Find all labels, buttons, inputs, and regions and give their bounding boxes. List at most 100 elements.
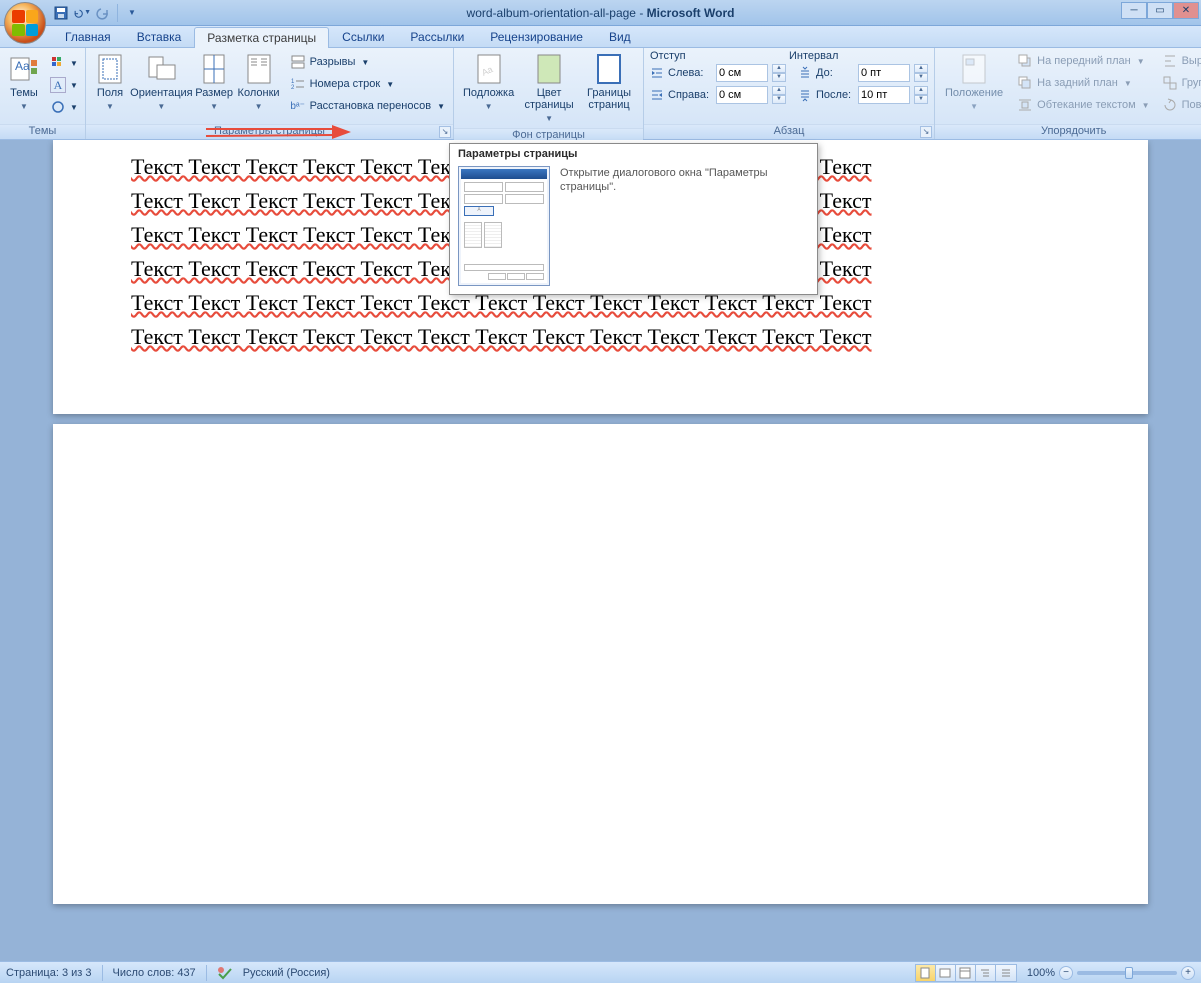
send-back-button[interactable]: На задний план▼ [1013,72,1153,94]
spacing-after-spinner[interactable]: После: ▲▼ [796,84,930,106]
view-draft[interactable] [996,965,1016,981]
status-bar: Страница: 3 из 3 Число слов: 437 Русский… [0,961,1201,983]
document-name: word-album-orientation-all-page [467,6,636,20]
dropdown-arrow-icon: ▼ [437,102,445,111]
tab-review[interactable]: Рецензирование [477,26,596,47]
size-button[interactable]: Размер▼ [193,50,236,116]
theme-colors-button[interactable]: ▼ [46,52,82,74]
text-wrap-icon [1017,97,1033,113]
dropdown-arrow-icon: ▼ [70,81,78,90]
window-controls: ─ ▭ ✕ [1121,2,1199,19]
svg-text:Aa: Aa [15,59,30,73]
indent-right-spinner[interactable]: Справа: ▲▼ [648,84,788,106]
indent-right-icon [650,88,664,102]
view-full-screen[interactable] [936,965,956,981]
ribbon: Aa Темы▼ ▼ A▼ ▼ Темы Поля▼ Ориентация▼ Р… [0,48,1201,140]
zoom-out-button[interactable]: − [1059,966,1073,980]
dropdown-arrow-icon: ▼ [210,101,218,113]
spacing-before-spinner[interactable]: До: ▲▼ [796,62,930,84]
indent-heading: Отступ [650,50,789,62]
zoom-in-button[interactable]: + [1181,966,1195,980]
page-borders-icon [593,53,625,85]
hyphenation-icon: bᵃ⁻ [290,98,306,114]
group-button[interactable]: Груп [1158,72,1201,94]
dropdown-arrow-icon: ▼ [106,101,114,113]
position-button[interactable]: Положение▼ [939,50,1009,116]
qat-save-button[interactable] [52,4,70,22]
dropdown-arrow-icon: ▼ [157,101,165,113]
status-word-count[interactable]: Число слов: 437 [113,967,196,979]
tab-insert[interactable]: Вставка [124,26,195,47]
maximize-button[interactable]: ▭ [1147,2,1173,19]
group-page-background: AaПодложка▼ Цвет страницы▼ Границы стран… [454,48,644,139]
watermark-icon: Aa [473,53,505,85]
tab-mailings[interactable]: Рассылки [397,26,477,47]
dropdown-arrow-icon: ▼ [970,101,978,113]
hyphenation-button[interactable]: bᵃ⁻Расстановка переносов▼ [286,95,449,117]
view-web-layout[interactable] [956,965,976,981]
margins-button[interactable]: Поля▼ [90,50,130,116]
spacing-before-icon [798,66,812,80]
app-name: Microsoft Word [647,6,735,20]
themes-button[interactable]: Aa Темы▼ [4,50,44,116]
page-color-button[interactable]: Цвет страницы▼ [519,50,579,128]
zoom-thumb[interactable] [1125,967,1133,979]
tab-home[interactable]: Главная [52,26,124,47]
rotate-button[interactable]: Пов [1158,94,1201,116]
view-outline[interactable] [976,965,996,981]
status-language[interactable]: Русский (Россия) [243,967,330,979]
status-page[interactable]: Страница: 3 из 3 [6,967,92,979]
orientation-button[interactable]: Ориентация▼ [130,50,193,116]
dropdown-arrow-icon: ▼ [1142,101,1150,110]
page-setup-tooltip: Параметры страницы A Открытие диалоговог… [449,143,818,295]
dropdown-arrow-icon: ▼ [545,113,553,125]
minimize-button[interactable]: ─ [1121,2,1147,19]
theme-effects-button[interactable]: ▼ [46,96,82,118]
columns-button[interactable]: Колонки▼ [235,50,281,116]
dropdown-arrow-icon: ▼ [84,9,91,16]
view-print-layout[interactable] [916,965,936,981]
group-label-page-setup: Параметры страницы↘ [86,124,453,139]
qat-redo-button[interactable] [94,4,112,22]
quick-access-toolbar: ▼ ▼ [52,0,141,25]
indent-right-input[interactable] [716,86,768,104]
group-arrange: Положение▼ На передний план▼ На задний п… [935,48,1201,139]
paragraph-dialog-launcher[interactable]: ↘ [920,126,932,138]
svg-text:2: 2 [291,85,295,91]
breaks-button[interactable]: Разрывы▼ [286,51,449,73]
watermark-button[interactable]: AaПодложка▼ [458,50,519,116]
office-button[interactable] [4,2,46,44]
spacing-before-input[interactable] [858,64,910,82]
margins-icon [94,53,126,85]
page-2 [53,424,1148,904]
save-icon [54,6,68,20]
tooltip-description: Открытие диалогового окна "Параметры стр… [560,166,809,286]
page-borders-button[interactable]: Границы страниц [579,50,639,114]
size-icon [198,53,230,85]
qat-undo-button[interactable]: ▼ [73,4,91,22]
text-wrap-button[interactable]: Обтекание текстом▼ [1013,94,1153,116]
indent-left-spinner[interactable]: Слева: ▲▼ [648,62,788,84]
tab-view[interactable]: Вид [596,26,644,47]
align-button[interactable]: Выр [1158,50,1201,72]
zoom-slider[interactable] [1077,971,1177,975]
zoom-level[interactable]: 100% [1027,967,1055,979]
dropdown-arrow-icon: ▼ [361,58,369,67]
qat-customize-button[interactable]: ▼ [123,4,141,22]
line-numbers-icon: 12 [290,76,306,92]
tab-references[interactable]: Ссылки [329,26,397,47]
bring-front-button[interactable]: На передний план▼ [1013,50,1153,72]
align-icon [1162,53,1178,69]
dropdown-arrow-icon: ▼ [255,101,263,113]
page-setup-dialog-launcher[interactable]: ↘ [439,126,451,138]
theme-fonts-button[interactable]: A▼ [46,74,82,96]
spacing-after-input[interactable] [858,86,910,104]
spellcheck-icon[interactable] [217,966,233,980]
indent-left-input[interactable] [716,64,768,82]
zoom-control: 100% − + [1027,966,1195,980]
group-icon [1162,75,1178,91]
close-button[interactable]: ✕ [1173,2,1199,19]
tab-page-layout[interactable]: Разметка страницы [194,27,329,48]
effects-icon [50,99,66,115]
line-numbers-button[interactable]: 12Номера строк▼ [286,73,449,95]
